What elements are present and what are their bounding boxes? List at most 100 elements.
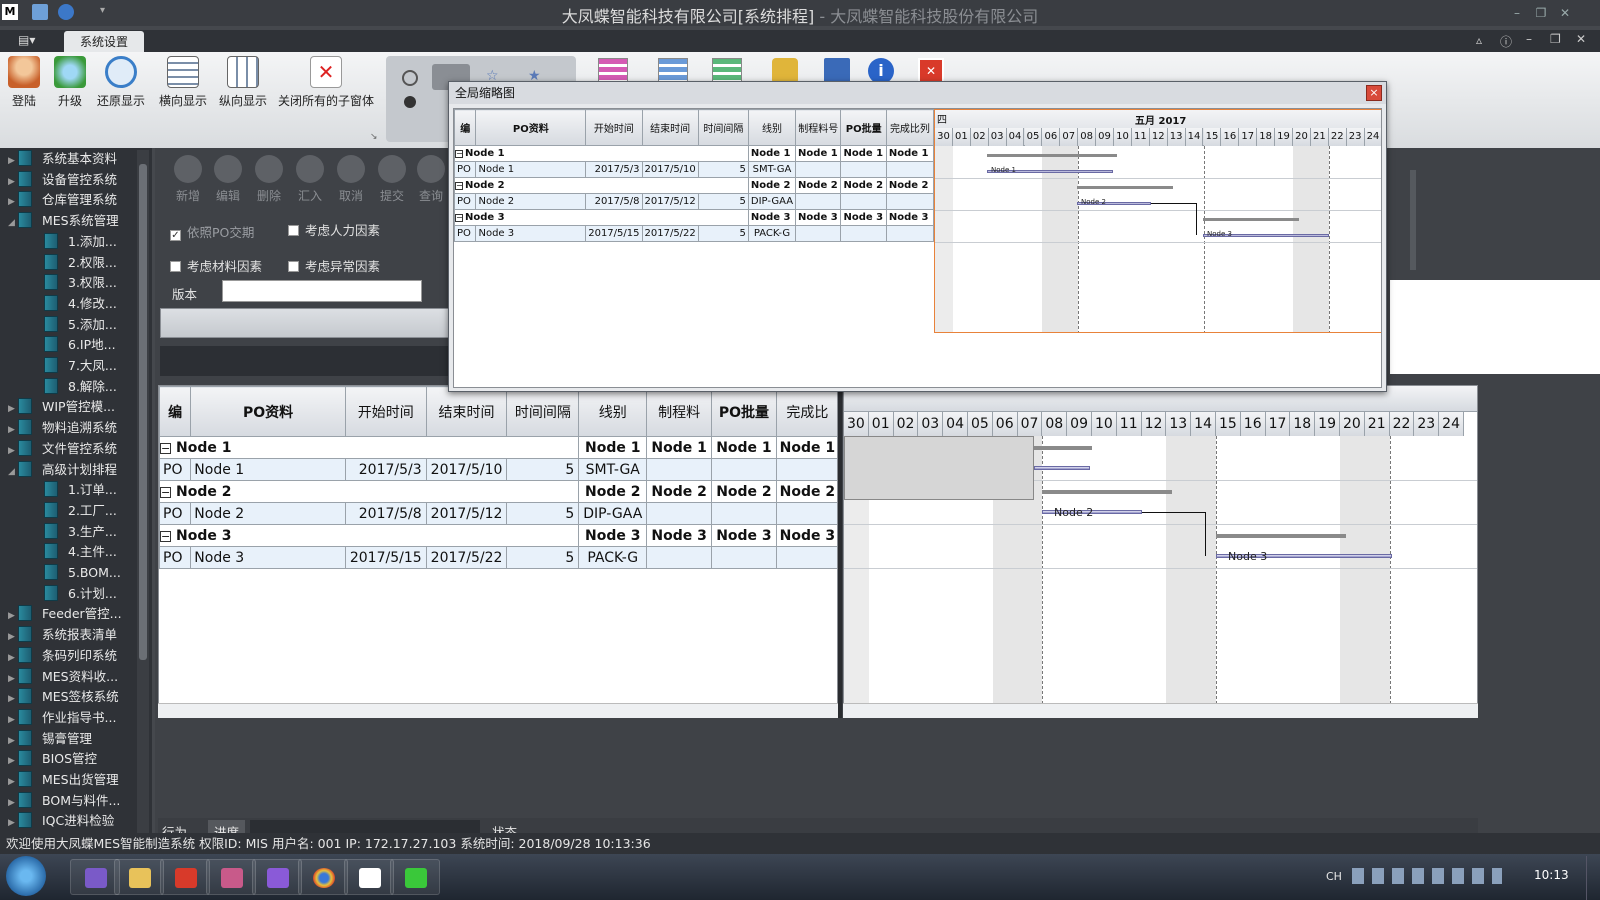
collapsed-arrow-icon[interactable]: ▶ (8, 813, 18, 833)
mdi-minimize-icon[interactable]: – (1526, 32, 1532, 46)
gantt-view-icon-1[interactable] (598, 58, 628, 82)
table-cell[interactable]: DIP-GAA (578, 502, 648, 525)
dialog-cell[interactable]: Node 2 (475, 193, 587, 210)
table-cell[interactable]: Node 3 (190, 546, 346, 569)
taskbar-pdf[interactable] (160, 859, 210, 895)
collapsed-arrow-icon[interactable]: ▶ (8, 192, 18, 212)
collapse-icon[interactable]: − (160, 442, 171, 454)
expanded-arrow-icon[interactable]: ◢ (8, 462, 18, 482)
group-row[interactable]: − Node 3 Node 3 Node 3 Node 3 Node 3 (159, 524, 837, 547)
minimize-icon[interactable]: – (1508, 6, 1526, 20)
dialog-cell[interactable] (885, 225, 935, 242)
collapsed-arrow-icon[interactable]: ▶ (8, 648, 18, 668)
import-button[interactable]: 汇入 (290, 155, 330, 204)
sidebar-item[interactable]: ▶ 系统报表清单 (8, 625, 117, 645)
collapsed-arrow-icon[interactable]: ▶ (8, 420, 18, 440)
horizontal-display-button[interactable]: 横向显示 (158, 56, 208, 109)
dialog-cell[interactable] (885, 161, 935, 178)
vertical-display-button[interactable]: 纵向显示 (218, 56, 268, 109)
show-desktop-button[interactable] (1586, 856, 1600, 900)
sidebar-item[interactable]: 6.计划... (34, 584, 117, 604)
dialog-cell[interactable]: PO (454, 225, 477, 242)
collapse-icon[interactable]: − (455, 182, 463, 190)
table-cell[interactable]: Node 1 (190, 458, 346, 481)
restore-icon[interactable]: ❐ (1532, 6, 1550, 20)
taskbar-visual-studio[interactable] (252, 859, 302, 895)
sidebar-item[interactable]: 4.修改... (34, 294, 117, 314)
sidebar-item[interactable]: ◢ MES系统管理 (8, 211, 119, 231)
dialog-col-material[interactable]: 制程料号 (795, 109, 842, 146)
collapsed-arrow-icon[interactable]: ▶ (8, 710, 18, 730)
dialog-close-button[interactable]: × (1366, 85, 1382, 101)
dialog-cell[interactable]: PO (454, 161, 477, 178)
edit-button[interactable]: 编辑 (208, 155, 248, 204)
dialog-col-completion[interactable]: 完成比列 (885, 109, 935, 146)
sidebar-item[interactable]: 1.添加... (34, 232, 117, 252)
dialog-cell[interactable] (840, 225, 887, 242)
dialog-col-po[interactable]: PO资料 (475, 109, 587, 146)
sidebar-item[interactable]: 4.主件... (34, 542, 117, 562)
sidebar-item[interactable]: ▶ MES资料收... (8, 667, 118, 687)
dialog-group-cell[interactable]: − Node 1 (454, 145, 749, 162)
collapse-icon[interactable]: − (455, 214, 463, 222)
dialog-cell[interactable]: 2017/5/8 (585, 193, 643, 210)
table-cell[interactable] (775, 458, 837, 481)
table-cell[interactable]: 5 (506, 458, 580, 481)
table-cell[interactable] (711, 502, 777, 525)
table-cell[interactable]: Node 2 (190, 502, 346, 525)
dialog-col-index[interactable]: 编 (454, 109, 477, 146)
col-header-po[interactable]: PO资料 (190, 386, 346, 437)
tray-language[interactable]: CH (1326, 870, 1342, 883)
dialog-group-row[interactable]: − Node 3 Node 3 Node 3 Node 3 Node 3 (454, 209, 935, 226)
dialog-cell[interactable] (885, 193, 935, 210)
dialog-col-batch[interactable]: PO批量 (840, 109, 887, 146)
sidebar-item[interactable]: ▶ 文件管控系统 (8, 439, 117, 459)
dialog-cell[interactable] (795, 193, 842, 210)
table-cell[interactable] (646, 502, 713, 525)
collapsed-arrow-icon[interactable]: ▶ (8, 772, 18, 792)
sidebar-item[interactable]: 5.添加... (34, 315, 117, 335)
table-cell[interactable]: PO (159, 458, 192, 481)
table-cell[interactable]: PACK-G (578, 546, 648, 569)
tab-system-settings[interactable]: 系统设置 (64, 31, 144, 53)
submit-button[interactable]: 提交 (372, 155, 412, 204)
sidebar-scrollbar[interactable] (137, 150, 149, 844)
gantt-hscroll[interactable] (843, 703, 1478, 718)
dialog-cell[interactable] (795, 225, 842, 242)
consider-exception-checkbox[interactable]: 考虑异常因素 (288, 256, 380, 275)
dialog-cell[interactable]: Node 3 (475, 225, 587, 242)
dialog-cell[interactable]: 2017/5/10 (641, 161, 699, 178)
sidebar-item[interactable]: ◢ 高级计划排程 (8, 460, 117, 480)
sidebar-item[interactable]: ▶ MES出货管理 (8, 770, 119, 790)
record-icon[interactable] (404, 96, 416, 108)
dialog-cell[interactable]: 5 (697, 161, 749, 178)
table-cell[interactable]: 2017/5/10 (425, 458, 508, 481)
group-header-cell[interactable]: − Node 3 (159, 524, 580, 547)
add-button[interactable]: 新增 (168, 155, 208, 204)
dialog-cell[interactable] (840, 161, 887, 178)
table-cell[interactable] (646, 546, 713, 569)
col-header-line[interactable]: 线别 (578, 386, 648, 437)
app-menu-icon[interactable]: ▤▾ (18, 33, 46, 49)
sidebar-item[interactable]: ▶ BIOS管控 (8, 749, 97, 769)
table-cell[interactable] (775, 502, 837, 525)
dialog-cell[interactable] (840, 193, 887, 210)
sidebar-item[interactable]: ▶ BOM与料件... (8, 791, 120, 811)
sidebar-item[interactable]: ▶ 系统基本资料 (8, 149, 117, 169)
grid-splitter[interactable] (838, 385, 842, 718)
by-po-date-checkbox[interactable]: ✓ 依照PO交期 (170, 222, 254, 241)
sidebar-item[interactable]: 1.订单... (34, 480, 117, 500)
upgrade-button[interactable]: 升级 (54, 56, 86, 109)
dialog-po-row[interactable]: PO Node 3 2017/5/15 2017/5/22 5 PACK-G (454, 225, 935, 242)
collapsed-arrow-icon[interactable]: ▶ (8, 627, 18, 647)
gantt-view-icon-2[interactable] (658, 58, 688, 82)
right-panel-scrollbar[interactable] (1410, 170, 1416, 270)
close-icon[interactable]: ✕ (1556, 6, 1574, 20)
dialog-group-row[interactable]: − Node 1 Node 1 Node 1 Node 1 Node 1 (454, 145, 935, 162)
collapsed-arrow-icon[interactable]: ▶ (8, 606, 18, 626)
table-row[interactable]: PO Node 3 2017/5/15 2017/5/22 5 PACK-G (159, 546, 837, 569)
sidebar-item[interactable]: ▶ 仓库管理系统 (8, 190, 117, 210)
dialog-cell[interactable]: SMT-GA (747, 161, 797, 178)
version-input[interactable] (222, 280, 422, 302)
group-header-cell[interactable]: − Node 1 (159, 436, 580, 459)
